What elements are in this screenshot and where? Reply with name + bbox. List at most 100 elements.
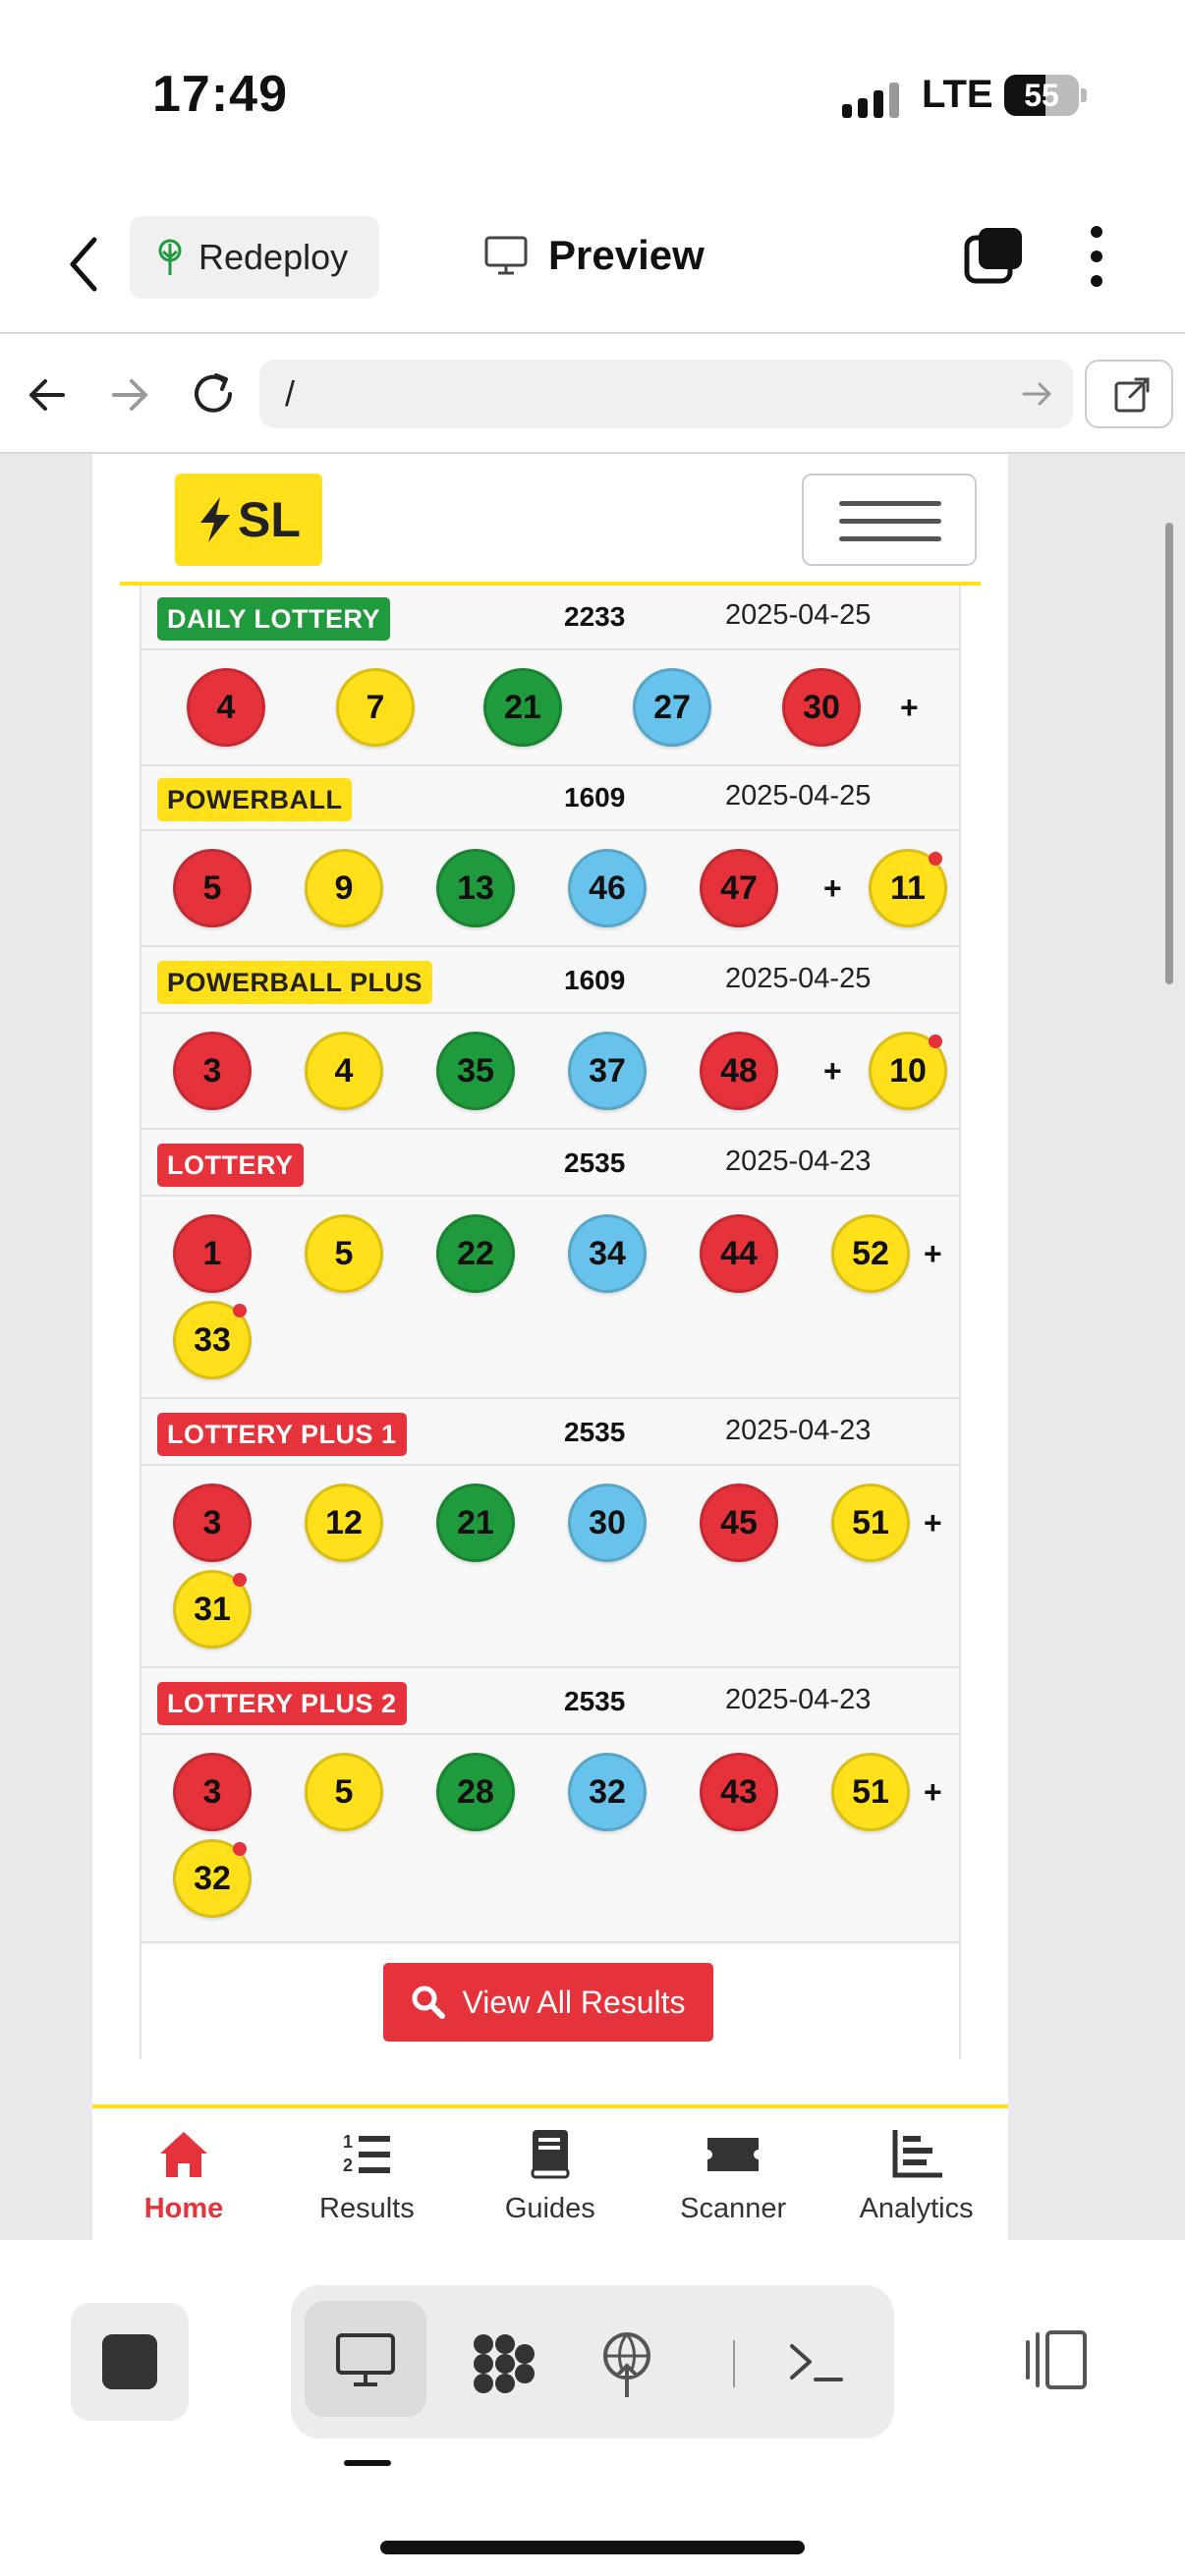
bonus-indicator-dot	[233, 1842, 247, 1856]
lottery-ball: 52	[831, 1214, 910, 1293]
terminal-icon[interactable]	[778, 2323, 857, 2401]
bonus-plus: +	[924, 1774, 942, 1810]
desktop-tool-button[interactable]	[305, 2301, 426, 2417]
sidebar-toggle-icon[interactable]	[1018, 2323, 1093, 2397]
bonus-plus: +	[924, 1505, 942, 1540]
url-text: /	[285, 373, 296, 414]
ordered-list-icon: 12	[343, 2132, 391, 2175]
lightning-icon	[200, 497, 231, 542]
open-external-button[interactable]	[1085, 360, 1173, 428]
more-vertical-icon[interactable]	[1081, 224, 1112, 289]
battery-icon: 55	[1004, 75, 1079, 116]
go-arrow-icon[interactable]	[1020, 377, 1053, 411]
nav-item-label: Home	[143, 2193, 224, 2224]
game-name-badge: DAILY LOTTERY	[157, 597, 391, 641]
draw-date: 2025-04-23	[725, 1415, 872, 1446]
lottery-ball: 44	[700, 1214, 778, 1293]
bottom-toolbar	[0, 2240, 1185, 2576]
lottery-ball: 5	[305, 1753, 383, 1831]
game-name-badge: LOTTERY PLUS 1	[157, 1413, 407, 1456]
bonus-indicator-dot	[233, 1573, 247, 1587]
arrow-right-icon[interactable]	[106, 371, 153, 419]
bonus-indicator-dot	[929, 852, 942, 866]
view-all-results-button[interactable]: View All Results	[383, 1963, 713, 2042]
lottery-ball: 51	[831, 1484, 910, 1562]
bonus-ball: 33	[173, 1301, 252, 1379]
monitor-icon	[484, 236, 528, 275]
nav-item-results[interactable]: 1 2 Results	[275, 2108, 458, 2240]
lottery-ball: 3	[173, 1484, 252, 1562]
game-name-badge: LOTTERY PLUS 2	[157, 1682, 407, 1725]
menu-toggle-button[interactable]	[802, 474, 977, 566]
back-chevron-icon[interactable]	[61, 232, 108, 297]
draw-date: 2025-04-23	[725, 1684, 872, 1715]
draw-number: 2233	[564, 601, 626, 632]
search-icon	[412, 1986, 446, 2019]
external-link-icon	[1114, 377, 1150, 413]
hamburger-line	[839, 501, 941, 506]
site-logo[interactable]: SL	[175, 474, 322, 566]
nav-item-label: Scanner	[680, 2193, 787, 2224]
nav-item-analytics[interactable]: Analytics	[825, 2108, 1008, 2240]
bonus-plus: +	[823, 1053, 842, 1089]
deploy-globe-icon[interactable]	[588, 2323, 666, 2401]
lottery-ball: 35	[436, 1032, 515, 1110]
bonus-ball-number: 33	[194, 1320, 231, 1359]
bonus-ball-number: 31	[194, 1590, 231, 1628]
preview-label: Preview	[548, 232, 705, 278]
lottery-ball: 34	[568, 1214, 647, 1293]
scrollbar[interactable]	[1165, 523, 1173, 984]
preview-title: Preview	[483, 232, 705, 279]
url-input[interactable]: /	[259, 360, 1073, 428]
site-navbar: SL	[120, 454, 981, 586]
home-indicator	[380, 2541, 805, 2554]
bonus-plus: +	[823, 870, 842, 906]
tabs-icon[interactable]	[963, 226, 1024, 287]
bottom-nav: Home 1 2 Results Guides Scanner Analytics	[92, 2104, 1008, 2240]
redeploy-button[interactable]: Redeploy	[130, 216, 379, 299]
lottery-ball: 3	[173, 1753, 252, 1831]
bonus-indicator-dot	[929, 1035, 942, 1048]
lottery-ball: 4	[305, 1032, 383, 1110]
packages-icon[interactable]	[464, 2323, 542, 2401]
lottery-ball: 37	[568, 1032, 647, 1110]
draw-number: 1609	[564, 782, 626, 812]
bonus-ball: 31	[173, 1570, 252, 1649]
lottery-ball: 13	[436, 849, 515, 927]
draw-date: 2025-04-25	[725, 780, 872, 812]
lottery-ball: 45	[700, 1484, 778, 1562]
monitor-icon	[336, 2333, 395, 2386]
bonus-plus: +	[924, 1236, 942, 1271]
lottery-ball: 47	[700, 849, 778, 927]
lottery-ball: 21	[483, 668, 562, 747]
book-icon	[531, 2130, 570, 2179]
status-bar: 17:49 LTE 55	[0, 0, 1185, 196]
home-icon	[160, 2132, 207, 2177]
url-bar: /	[0, 334, 1185, 454]
lottery-ball: 51	[831, 1753, 910, 1831]
result-header: LOTTERY PLUS 1 2535 2025-04-23	[141, 1401, 959, 1466]
tool-divider	[733, 2340, 735, 2387]
nav-item-home[interactable]: Home	[92, 2108, 275, 2240]
stop-icon	[102, 2334, 157, 2389]
draw-number: 2535	[564, 1148, 626, 1178]
lottery-ball: 27	[633, 668, 711, 747]
draw-number: 2535	[564, 1417, 626, 1447]
reload-icon[interactable]	[187, 367, 240, 420]
nav-item-label: Guides	[504, 2193, 595, 2224]
arrow-left-icon[interactable]	[24, 371, 71, 419]
hamburger-line	[839, 519, 941, 524]
nav-item-scanner[interactable]: Scanner	[642, 2108, 824, 2240]
draw-date: 2025-04-25	[725, 963, 872, 994]
lottery-ball: 12	[305, 1484, 383, 1562]
tree-icon	[158, 239, 182, 275]
lottery-ball: 48	[700, 1032, 778, 1110]
stop-button[interactable]	[71, 2303, 189, 2421]
network-type: LTE	[922, 73, 993, 116]
lottery-ball: 7	[336, 668, 415, 747]
lottery-ball: 32	[568, 1753, 647, 1831]
bonus-indicator-dot	[233, 1304, 247, 1317]
draw-number: 1609	[564, 965, 626, 995]
balls-row: 3 4 35 37 48 +10	[141, 1014, 959, 1130]
nav-item-guides[interactable]: Guides	[459, 2108, 642, 2240]
